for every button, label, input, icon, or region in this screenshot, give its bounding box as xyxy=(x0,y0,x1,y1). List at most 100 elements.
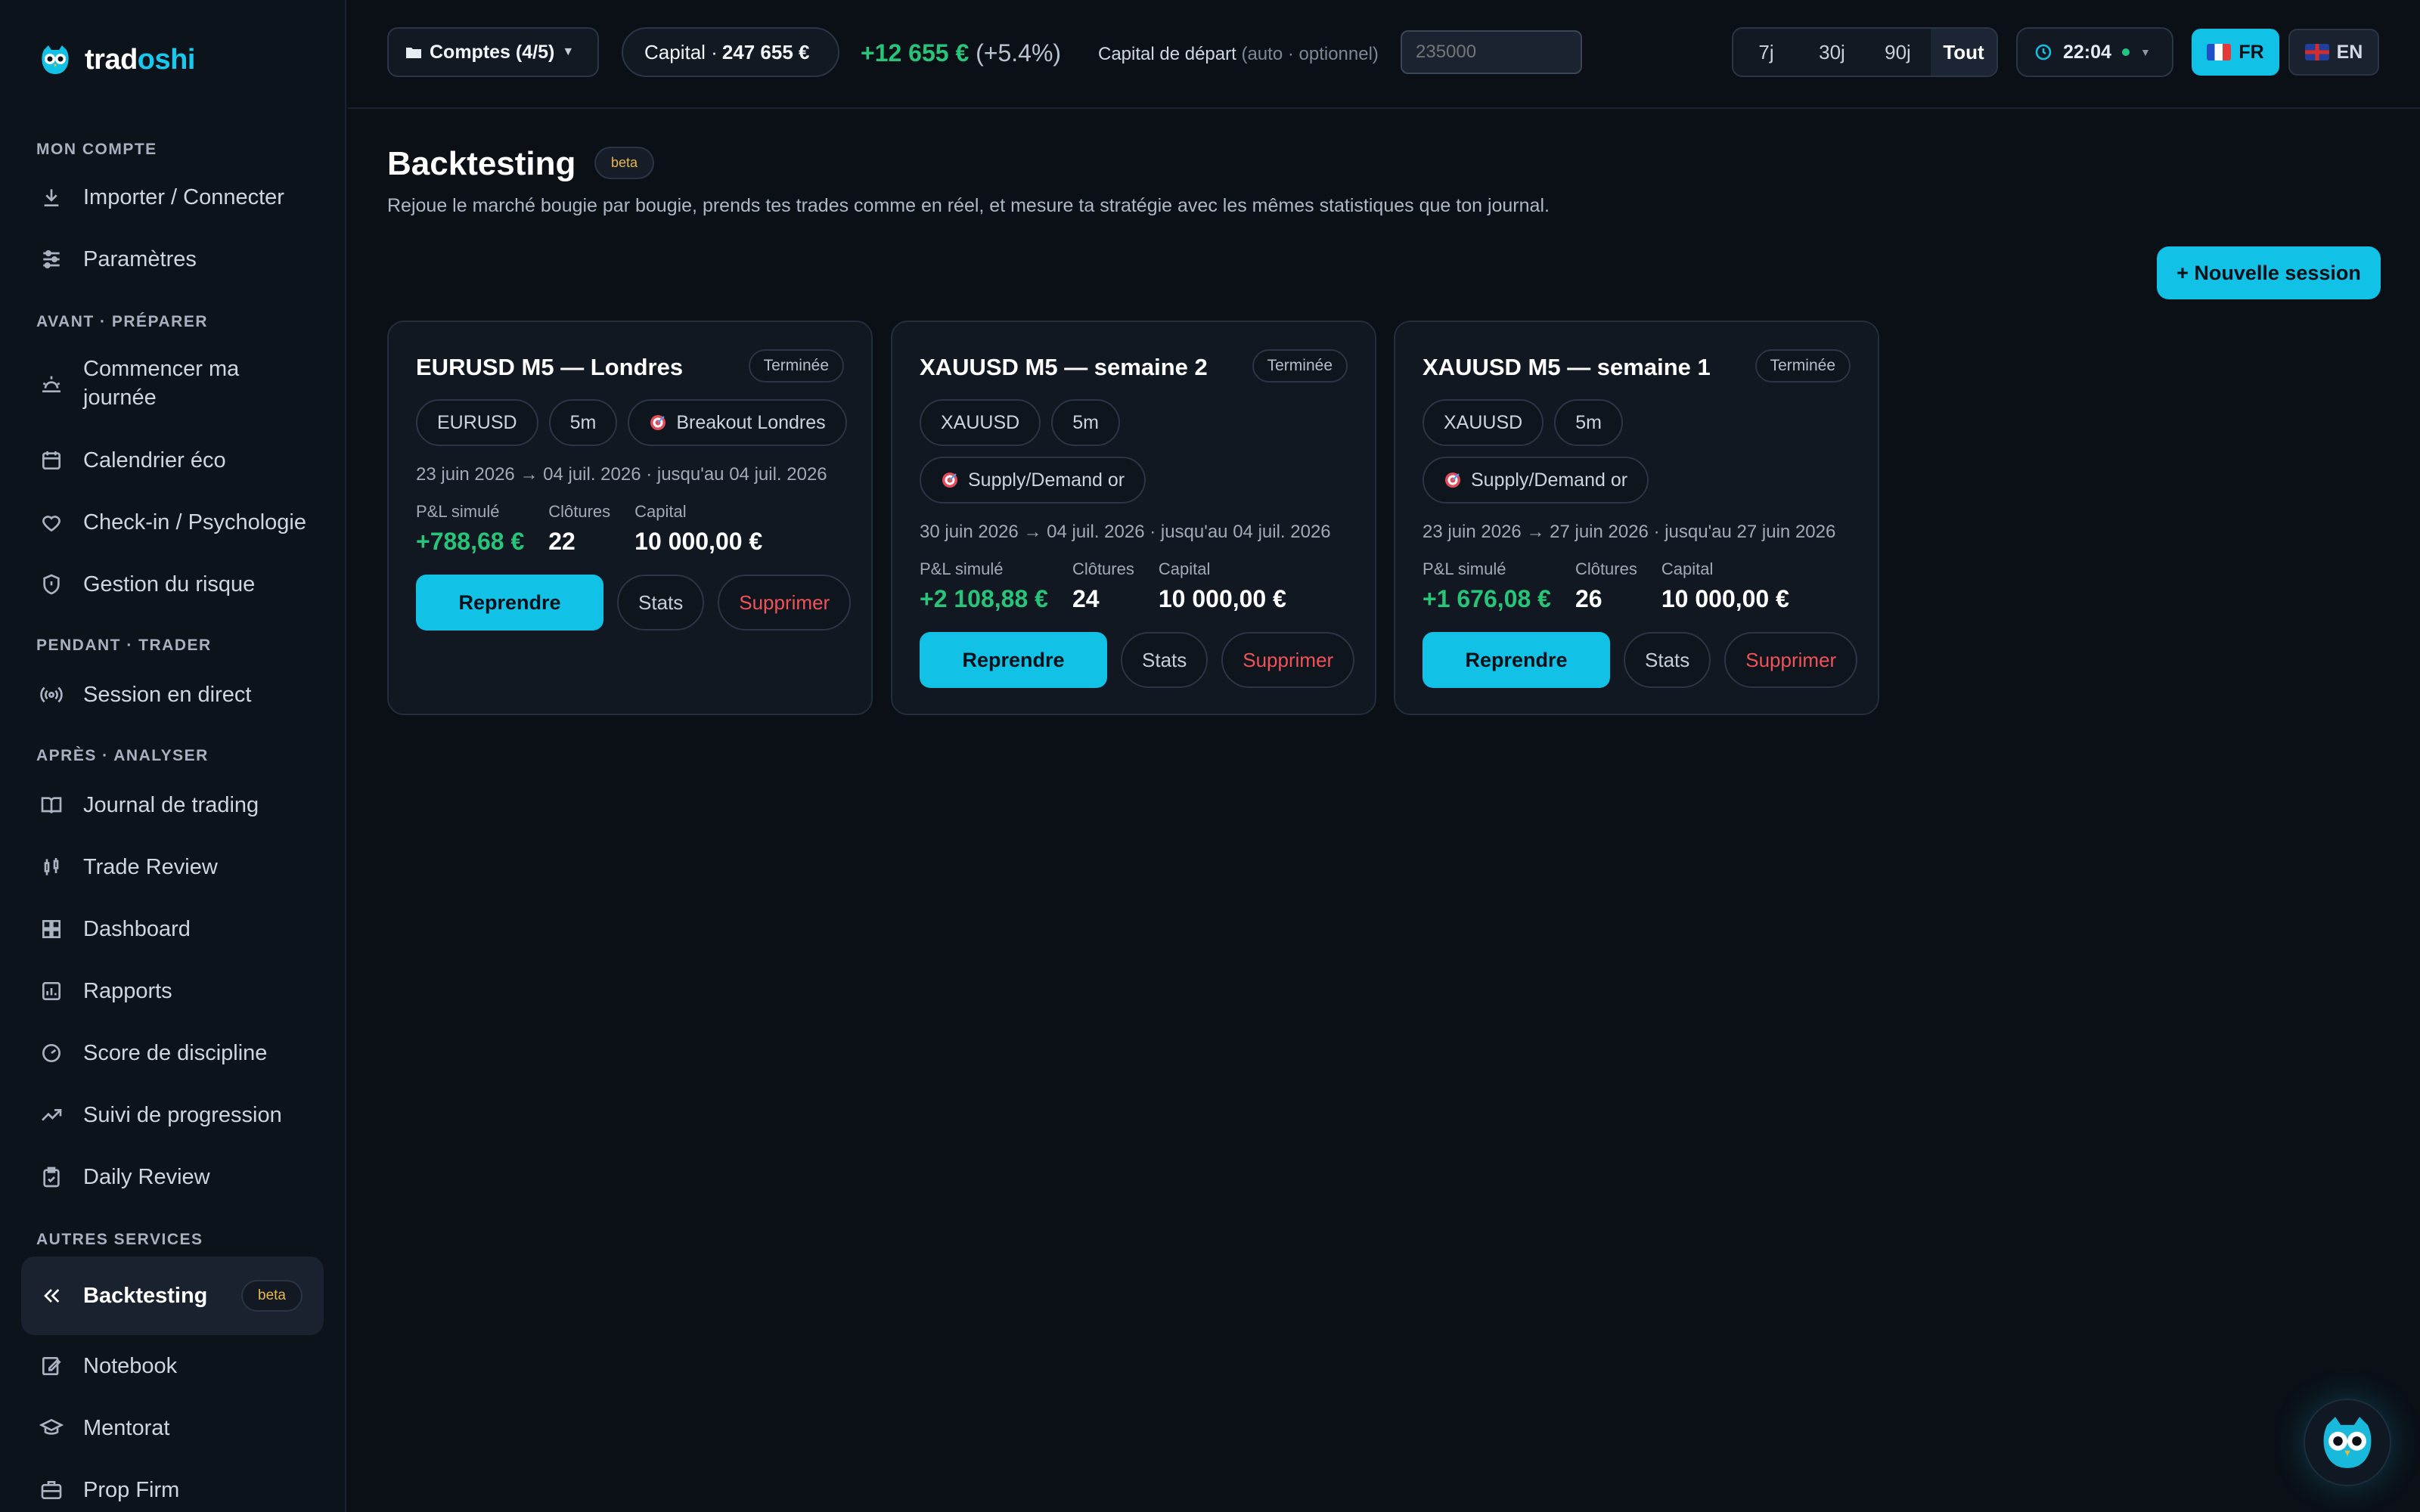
strategy-tag: Supply/Demand or xyxy=(1423,457,1649,503)
clock-dropdown[interactable]: 22:04 ▼ xyxy=(2016,27,2173,77)
accounts-dropdown[interactable]: Comptes (4/5) ▼ xyxy=(387,27,599,77)
sidebar-item-settings[interactable]: Paramètres xyxy=(21,233,324,286)
sidebar-item-label: Importer / Connecter xyxy=(83,184,284,209)
symbol-tag: XAUUSD xyxy=(1423,399,1544,446)
session-stats: P&L simulé +2 108,88 € Clôtures 24 Capital… xyxy=(920,559,1286,613)
chevron-down-icon: ▼ xyxy=(2139,46,2151,58)
session-dates: 23 juin 2026 → 27 juin 2026 · jusqu'au 2… xyxy=(1423,522,1836,542)
resume-button[interactable]: Reprendre xyxy=(416,575,603,631)
symbol-tag: XAUUSD xyxy=(920,399,1041,446)
session-tags: XAUUSD 5m Supply/Demand or xyxy=(1423,399,1725,503)
owl-logo-icon xyxy=(42,45,69,74)
sidebar-item-label: Rapports xyxy=(83,978,172,1003)
sidebar-item-dashboard[interactable]: Dashboard xyxy=(21,903,324,956)
symbol-tag: EURUSD xyxy=(416,399,538,446)
strategy-tag: Supply/Demand or xyxy=(920,457,1146,503)
stats-button[interactable]: Stats xyxy=(617,575,705,631)
sidebar-item-prop-firm[interactable]: Prop Firm xyxy=(21,1464,324,1512)
session-tags: XAUUSD 5m Supply/Demand or xyxy=(920,399,1222,503)
capital-label: Capital xyxy=(1661,559,1714,578)
trend-icon xyxy=(39,1103,64,1127)
sidebar-item-notebook[interactable]: Notebook xyxy=(21,1340,324,1393)
start-capital-label: Capital de départ (auto · optionnel) xyxy=(1098,44,1379,64)
stats-button[interactable]: Stats xyxy=(1624,632,1711,688)
heart-icon xyxy=(39,510,64,534)
resume-button[interactable]: Reprendre xyxy=(920,632,1107,688)
sidebar-item-trade-review[interactable]: Trade Review xyxy=(21,841,324,894)
pnl-percent: (+5.4%) xyxy=(976,39,1062,67)
pnl-value: +12 655 € xyxy=(861,39,970,67)
session-title: EURUSD M5 — Londres xyxy=(416,354,684,380)
session-title: XAUUSD M5 — semaine 2 xyxy=(920,354,1208,380)
session-dates: 30 juin 2026 → 04 juil. 2026 · jusqu'au … xyxy=(920,522,1331,542)
accounts-label: Comptes (4/5) xyxy=(430,41,555,63)
sidebar-item-start-day[interactable]: Commencer ma journée xyxy=(21,349,271,417)
sidebar-item-calendar[interactable]: Calendrier éco xyxy=(21,434,324,487)
brand-logo[interactable]: tradoshi xyxy=(38,42,195,77)
resume-button[interactable]: Reprendre xyxy=(1423,632,1610,688)
clock-icon xyxy=(2035,44,2052,60)
period-selector: 7j 30j 90j Tout xyxy=(1732,27,1998,77)
sidebar-item-backtesting[interactable]: Backtesting beta xyxy=(21,1256,324,1335)
range-30d[interactable]: 30j xyxy=(1799,29,1865,76)
top-bar: Comptes (4/5) ▼ Capital · 247 655 € +12 … xyxy=(348,0,2420,109)
start-capital-hint: (auto · optionnel) xyxy=(1241,44,1379,64)
grid-icon xyxy=(39,917,64,941)
sidebar-item-label: Session en direct xyxy=(83,682,252,707)
notebook-icon xyxy=(39,1354,64,1378)
timeframe-tag: 5m xyxy=(1554,399,1623,446)
language-en-button[interactable]: EN xyxy=(2288,29,2379,76)
sidebar-item-label: Notebook xyxy=(83,1353,178,1378)
sidebar-item-label: Prop Firm xyxy=(83,1477,180,1502)
sidebar-item-daily-review[interactable]: Daily Review xyxy=(21,1151,324,1204)
session-card: EURUSD M5 — Londres Terminée EURUSD 5m B… xyxy=(387,321,873,715)
section-label-other: AUTRES SERVICES xyxy=(36,1231,203,1248)
sidebar-item-label: Mentorat xyxy=(83,1415,170,1440)
range-all[interactable]: Tout xyxy=(1931,29,1996,76)
beta-badge: beta xyxy=(241,1280,302,1312)
session-actions: Reprendre Stats Supprimer xyxy=(416,575,852,631)
session-stats: P&L simulé +788,68 € Clôtures 22 Capital 10… xyxy=(416,502,762,556)
status-badge: Terminée xyxy=(748,349,844,383)
sidebar-item-risk[interactable]: Gestion du risque xyxy=(21,558,324,611)
assistant-button[interactable] xyxy=(2304,1399,2391,1486)
language-fr-button[interactable]: FR xyxy=(2192,29,2279,76)
start-capital-input[interactable] xyxy=(1401,30,1582,74)
section-label-account: MON COMPTE xyxy=(36,141,157,158)
capital-summary: Capital · 247 655 € xyxy=(622,27,839,77)
stats-button[interactable]: Stats xyxy=(1121,632,1208,688)
capital-label: Capital xyxy=(1158,559,1211,578)
sidebar-item-label: Dashboard xyxy=(83,916,191,941)
sidebar-item-label: Backtesting xyxy=(83,1283,208,1308)
pnl-label: P&L simulé xyxy=(920,559,1004,578)
sliders-icon xyxy=(39,247,64,271)
section-label-during: PENDANT · TRADER xyxy=(36,637,212,654)
sidebar-item-label: Daily Review xyxy=(83,1164,210,1189)
sidebar-item-reports[interactable]: Rapports xyxy=(21,965,324,1018)
beta-badge: beta xyxy=(594,147,655,179)
candles-icon xyxy=(39,855,64,879)
sidebar-item-discipline[interactable]: Score de discipline xyxy=(21,1027,324,1080)
session-card: XAUUSD M5 — semaine 1 Terminée XAUUSD 5m… xyxy=(1394,321,1879,715)
graduation-icon xyxy=(39,1416,64,1440)
sidebar-item-checkin[interactable]: Check-in / Psychologie xyxy=(21,496,324,549)
delete-button[interactable]: Supprimer xyxy=(718,575,852,631)
sidebar-item-progress[interactable]: Suivi de progression xyxy=(21,1089,324,1142)
sidebar-item-journal[interactable]: Journal de trading xyxy=(21,779,324,832)
delete-button[interactable]: Supprimer xyxy=(1221,632,1355,688)
new-session-button[interactable]: + Nouvelle session xyxy=(2157,246,2381,299)
pnl-value: +1 676,08 € xyxy=(1423,585,1551,612)
brand-name: tradoshi xyxy=(85,43,195,76)
sidebar-item-mentorship[interactable]: Mentorat xyxy=(21,1402,324,1455)
range-90d[interactable]: 90j xyxy=(1865,29,1931,76)
range-7d[interactable]: 7j xyxy=(1733,29,1799,76)
delete-button[interactable]: Supprimer xyxy=(1724,632,1858,688)
closes-value: 24 xyxy=(1072,585,1100,612)
capital-value: 10 000,00 € xyxy=(634,528,763,555)
target-icon xyxy=(1445,472,1460,488)
sidebar-item-import[interactable]: Importer / Connecter xyxy=(21,171,324,224)
book-icon xyxy=(39,793,64,817)
sidebar-item-live-session[interactable]: Session en direct xyxy=(21,668,324,721)
sidebar-item-label: Trade Review xyxy=(83,854,218,879)
sidebar-item-label: Journal de trading xyxy=(83,792,259,817)
